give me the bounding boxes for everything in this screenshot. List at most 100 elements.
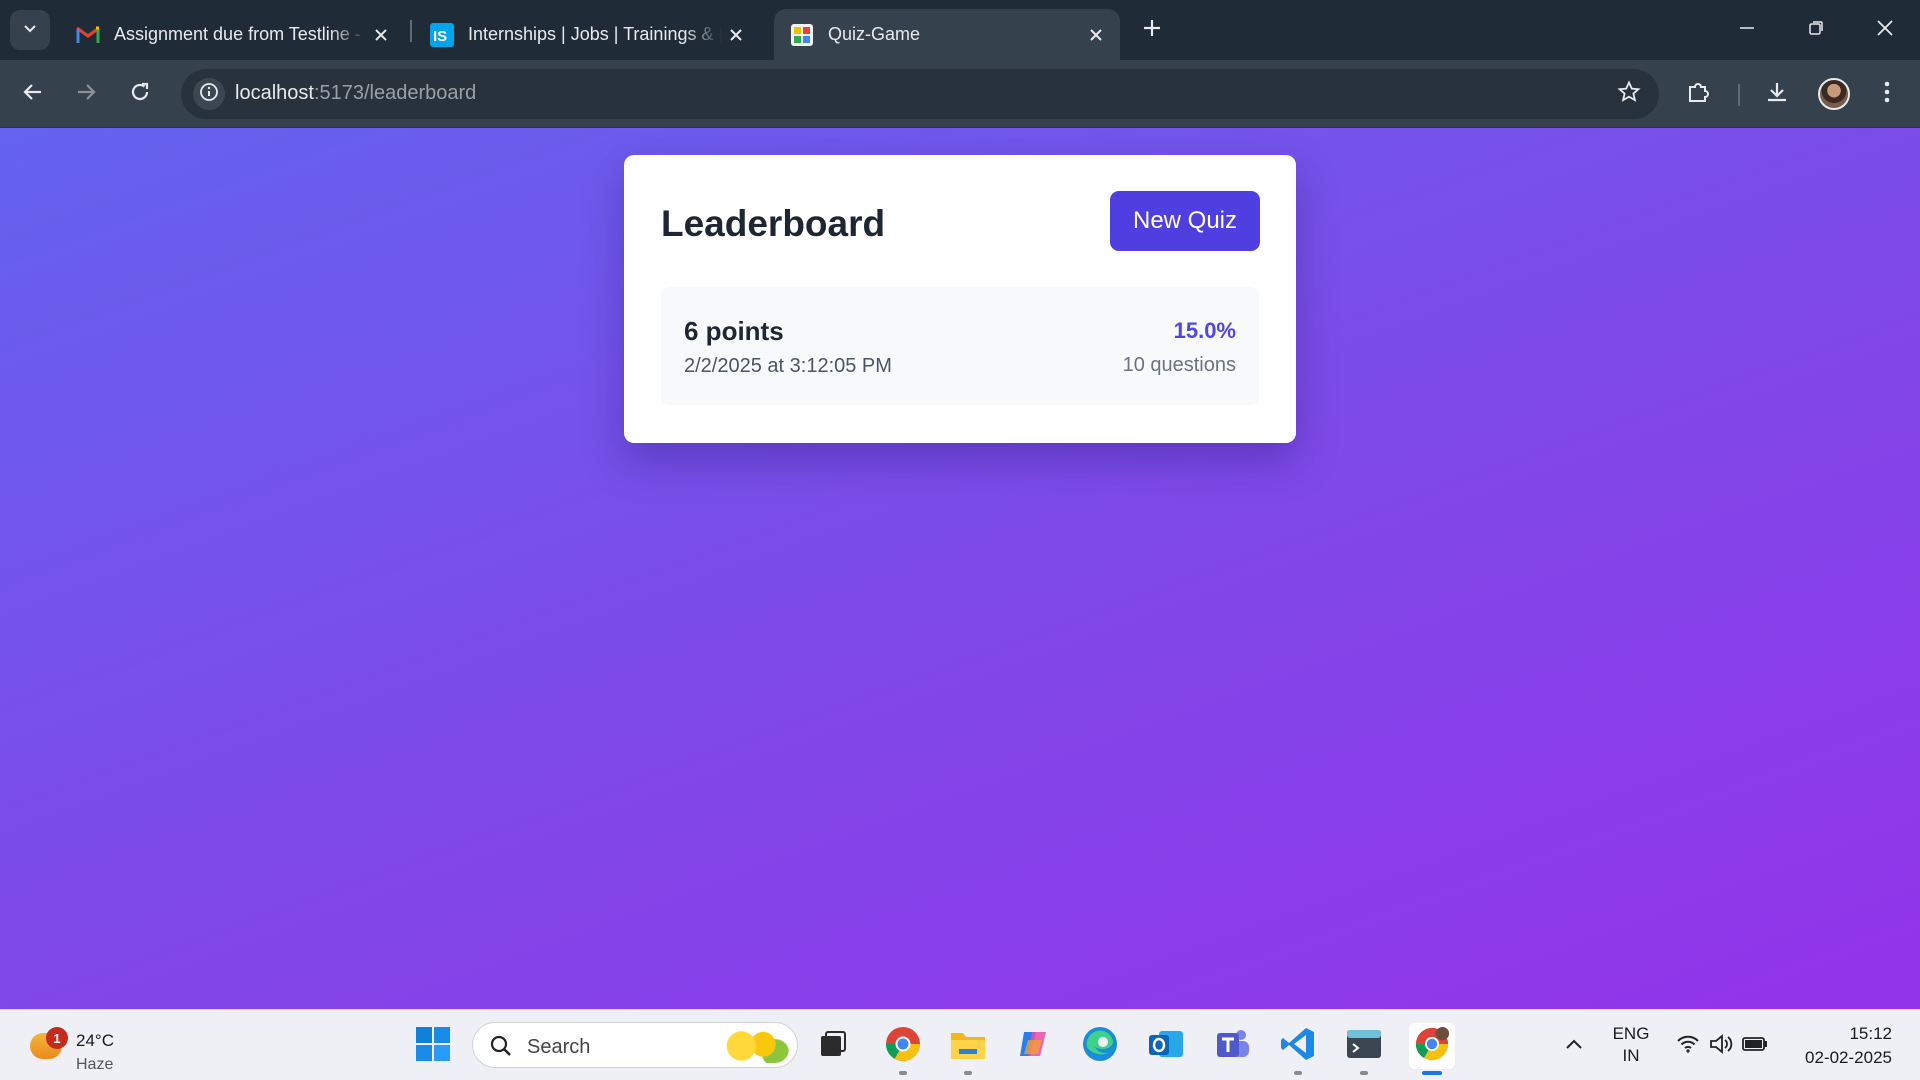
browser-menu-button[interactable] (1869, 76, 1905, 112)
show-hidden-icons-button[interactable] (1554, 1025, 1594, 1067)
language-code: ENG (1612, 1024, 1650, 1043)
reload-icon (129, 81, 151, 108)
start-button[interactable] (412, 1025, 454, 1067)
running-indicator (964, 1071, 972, 1075)
taskbar-vscode[interactable] (1277, 1025, 1319, 1075)
tab-gmail[interactable]: Assignment due from Testline - (60, 9, 405, 60)
outlook-icon (1147, 1027, 1185, 1066)
new-quiz-button[interactable]: New Quiz (1110, 191, 1260, 251)
task-view-icon (818, 1029, 848, 1064)
running-indicator (1360, 1071, 1368, 1075)
star-icon (1617, 79, 1641, 109)
running-indicator (899, 1071, 907, 1075)
tab-title: Internships | Jobs | Trainings & | (468, 24, 722, 44)
chevron-down-icon (22, 20, 38, 41)
gmail-icon (76, 23, 100, 47)
tab-quiz-game[interactable]: Quiz-Game (774, 9, 1120, 60)
arrow-left-icon (22, 81, 44, 108)
download-icon (1765, 80, 1789, 109)
minimize-button[interactable] (1724, 8, 1770, 52)
chevron-up-icon (1565, 1037, 1583, 1055)
url-path: :5173/leaderboard (313, 82, 477, 104)
clock-time: 15:12 (1849, 1024, 1892, 1043)
wifi-icon (1676, 1034, 1700, 1059)
arrow-right-icon (75, 81, 97, 108)
puzzle-icon (1686, 79, 1712, 110)
task-view-button[interactable] (812, 1025, 854, 1067)
region-code: IN (1622, 1046, 1640, 1065)
plus-icon (1143, 19, 1161, 42)
minimize-icon (1739, 20, 1755, 41)
weather-temperature: 24°C (76, 1031, 114, 1050)
internshala-icon: IS (430, 22, 454, 47)
battery-charging-icon (1742, 1035, 1768, 1058)
notification-badge: 1 (46, 1027, 68, 1049)
restore-button[interactable] (1793, 8, 1839, 52)
close-tab-icon[interactable] (722, 21, 750, 49)
clock-date: 02-02-2025 (1805, 1048, 1892, 1067)
edge-icon (1081, 1025, 1119, 1068)
leaderboard-entry: 6 points 2/2/2025 at 3:12:05 PM 15.0% 10… (661, 287, 1259, 405)
taskbar-search-box[interactable]: Search (472, 1022, 798, 1068)
entry-question-count: 10 questions (1122, 354, 1236, 376)
taskbar-outlook[interactable] (1145, 1025, 1187, 1067)
toolbar-divider (1738, 84, 1740, 106)
entry-percentage: 15.0% (1173, 318, 1236, 343)
close-icon (1876, 19, 1894, 42)
active-indicator (1422, 1071, 1442, 1075)
tab-title: Assignment due from Testline - (114, 24, 361, 44)
close-window-button[interactable] (1862, 8, 1908, 52)
reload-button[interactable] (122, 76, 158, 112)
downloads-button[interactable] (1759, 76, 1795, 112)
taskbar-chrome[interactable] (882, 1025, 924, 1075)
running-indicator (1294, 1071, 1302, 1075)
windows-start-icon (415, 1026, 451, 1067)
leaderboard-card: Leaderboard New Quiz 6 points 2/2/2025 a… (624, 155, 1296, 443)
url-host: localhost (235, 82, 314, 104)
site-info-button[interactable] (193, 78, 225, 110)
system-clock[interactable]: 15:12 02-02-2025 (1805, 1022, 1892, 1070)
bookmark-button[interactable] (1615, 79, 1643, 109)
back-button[interactable] (15, 76, 51, 112)
weather-widget[interactable]: 1 24°C Haze (24, 1020, 164, 1073)
tab-title: Quiz-Game (828, 24, 921, 44)
chrome-profile-icon (1414, 1026, 1450, 1067)
teams-icon (1213, 1027, 1251, 1066)
tab-separator (410, 20, 412, 42)
file-explorer-icon (949, 1027, 987, 1066)
close-tab-icon[interactable] (367, 21, 395, 49)
address-bar[interactable]: localhost:5173/leaderboard (181, 69, 1659, 119)
vscode-icon (1279, 1025, 1317, 1068)
forward-button[interactable] (68, 76, 104, 112)
extensions-button[interactable] (1681, 76, 1717, 112)
taskbar-copilot[interactable] (1013, 1025, 1055, 1067)
taskbar-edge[interactable] (1079, 1025, 1121, 1067)
volume-icon (1708, 1033, 1734, 1060)
tab-search-button[interactable] (10, 10, 50, 50)
language-indicator[interactable]: ENG IN (1605, 1023, 1657, 1067)
search-highlight-image (721, 1029, 789, 1063)
search-label: Search (527, 1036, 591, 1058)
svg-text:IS: IS (433, 28, 447, 45)
terminal-icon (1345, 1028, 1383, 1065)
search-icon (489, 1034, 513, 1063)
chrome-icon (884, 1025, 922, 1068)
taskbar-terminal[interactable] (1343, 1025, 1385, 1075)
profile-avatar[interactable] (1818, 78, 1850, 110)
taskbar: 1 24°C Haze Search ENG IN 15:12 02-02-20… (0, 1009, 1920, 1080)
weather-condition: Haze (76, 1056, 114, 1073)
system-status-group[interactable] (1670, 1025, 1774, 1067)
quiz-game-icon (790, 23, 814, 47)
tab-strip: Assignment due from Testline - IS Intern… (0, 0, 1920, 60)
copilot-icon (1016, 1026, 1052, 1067)
close-tab-icon[interactable] (1082, 21, 1110, 49)
page-title: Leaderboard (661, 203, 886, 244)
entry-date: 2/2/2025 at 3:12:05 PM (684, 355, 892, 377)
new-tab-button[interactable] (1136, 14, 1168, 46)
taskbar-file-explorer[interactable] (947, 1025, 989, 1075)
taskbar-chrome-profile[interactable] (1409, 1023, 1455, 1075)
taskbar-teams[interactable] (1211, 1025, 1253, 1067)
url-text[interactable]: localhost:5173/leaderboard (235, 82, 476, 105)
more-vertical-icon (1883, 80, 1891, 109)
tab-internshala[interactable]: IS Internships | Jobs | Trainings & | (414, 9, 760, 60)
